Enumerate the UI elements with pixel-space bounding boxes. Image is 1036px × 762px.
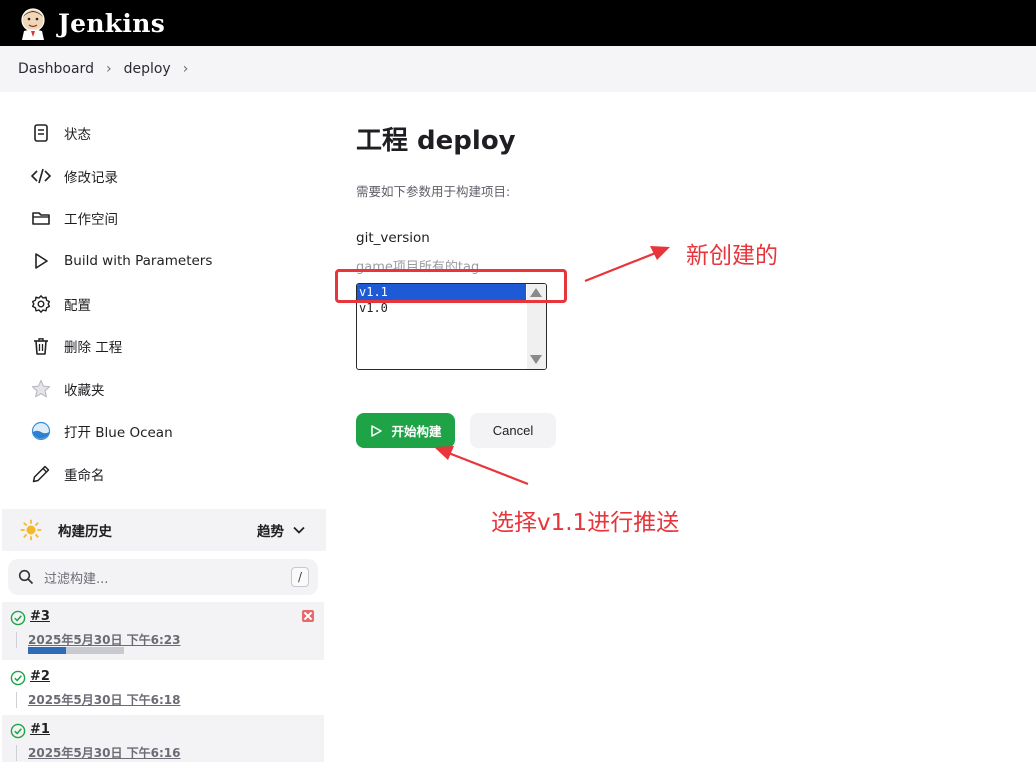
top-header: Jenkins [0,0,1036,46]
jenkins-brand[interactable]: Jenkins [58,9,165,38]
sidebar-item-blue-ocean[interactable]: 打开 Blue Ocean [30,416,173,446]
success-check-icon [10,610,26,626]
sidebar-item-build-with-parameters[interactable]: Build with Parameters [30,246,212,276]
code-icon [30,165,52,187]
sidebar-item-configure[interactable]: 配置 [30,289,91,319]
gear-icon [30,293,52,315]
build-filter-input[interactable]: 过滤构建... / [8,559,318,595]
breadcrumb-deploy[interactable]: deploy [124,61,171,77]
build-timeline-line [16,632,17,648]
sun-icon [20,519,42,541]
annotation-arrow-select [445,450,529,486]
sidebar-item-status[interactable]: 状态 [30,118,91,148]
sidebar-item-label: 打开 Blue Ocean [64,425,173,441]
build-timeline-line [16,745,17,761]
sidebar-item-label: 工作空间 [64,212,118,228]
build-date-link[interactable]: 2025年5月30日 下午6:16 [28,744,180,761]
annotation-new-label: 新创建的 [686,243,778,269]
build-number-link[interactable]: #3 [30,609,50,624]
sidebar-item-label: 重命名 [64,468,105,484]
build-row-1: #1 2025年5月30日 下午6:16 [2,715,324,762]
parameter-name: git_version [356,230,430,246]
chevron-down-icon [293,526,305,534]
annotation-arrowhead-select [434,446,454,460]
annotation-select-label: 选择v1.1进行推送 [491,510,680,536]
search-icon [18,569,34,585]
sidebar-item-favorite[interactable]: 收藏夹 [30,374,105,404]
scroll-down-arrow-icon[interactable] [530,355,542,364]
build-row-2: #2 2025年5月30日 下午6:18 [2,662,324,720]
build-row-3: #3 2025年5月30日 下午6:23 [2,602,324,660]
build-date-link[interactable]: 2025年5月30日 下午6:23 [28,631,180,648]
success-check-icon [10,670,26,686]
sidebar-item-rename[interactable]: 重命名 [30,459,105,489]
play-icon [30,250,52,272]
annotation-highlight-box [335,269,567,303]
sidebar-item-changes[interactable]: 修改记录 [30,161,118,191]
annotation-arrow-new [584,250,659,283]
annotation-arrowhead-new [650,246,670,260]
breadcrumb: Dashboard › deploy › [0,46,1036,92]
build-number-link[interactable]: #2 [30,669,50,684]
build-date-link[interactable]: 2025年5月30日 下午6:18 [28,691,180,708]
build-progress-fill [28,647,67,654]
trend-dropdown[interactable]: 趋势 [257,509,306,551]
sidebar-item-label: 状态 [64,127,91,143]
sidebar-item-label: Build with Parameters [64,253,213,269]
cancel-build-icon[interactable] [302,610,314,622]
start-build-button[interactable]: 开始构建 [356,413,455,448]
blue-ocean-icon [30,420,52,442]
cancel-button[interactable]: Cancel [470,413,556,448]
keyboard-shortcut-badge: / [291,567,309,587]
sidebar: 状态 修改记录 工作空间 Build with Parameters 配置 删除… [0,92,330,762]
build-number-link[interactable]: #1 [30,722,50,737]
start-build-label: 开始构建 [391,425,442,439]
jenkins-logo-icon[interactable] [18,6,48,40]
pencil-icon [30,463,52,485]
document-icon [30,122,52,144]
sidebar-item-label: 配置 [64,298,91,314]
page-title: 工程 deploy [356,126,516,156]
sidebar-item-workspace[interactable]: 工作空间 [30,203,118,233]
play-icon [371,424,383,437]
chevron-right-icon[interactable]: › [183,61,189,77]
sidebar-item-label: 删除 工程 [64,340,123,356]
sidebar-item-label: 收藏夹 [64,383,105,399]
build-timeline-line [16,692,17,708]
chevron-right-icon: › [105,61,112,77]
trash-icon [30,335,52,357]
sidebar-item-delete-project[interactable]: 删除 工程 [30,331,122,361]
breadcrumb-dashboard[interactable]: Dashboard [18,61,94,77]
success-check-icon [10,723,26,739]
page-description: 需要如下参数用于构建项目: [356,184,511,199]
build-filter-placeholder: 过滤构建... [44,571,109,587]
build-history-header: 构建历史 趋势 [2,509,326,551]
star-icon [30,378,52,400]
build-progress-bar [28,647,124,654]
sidebar-item-label: 修改记录 [64,170,118,186]
folder-icon [30,207,52,229]
build-history-title: 构建历史 [58,524,112,540]
trend-label: 趋势 [257,524,284,540]
